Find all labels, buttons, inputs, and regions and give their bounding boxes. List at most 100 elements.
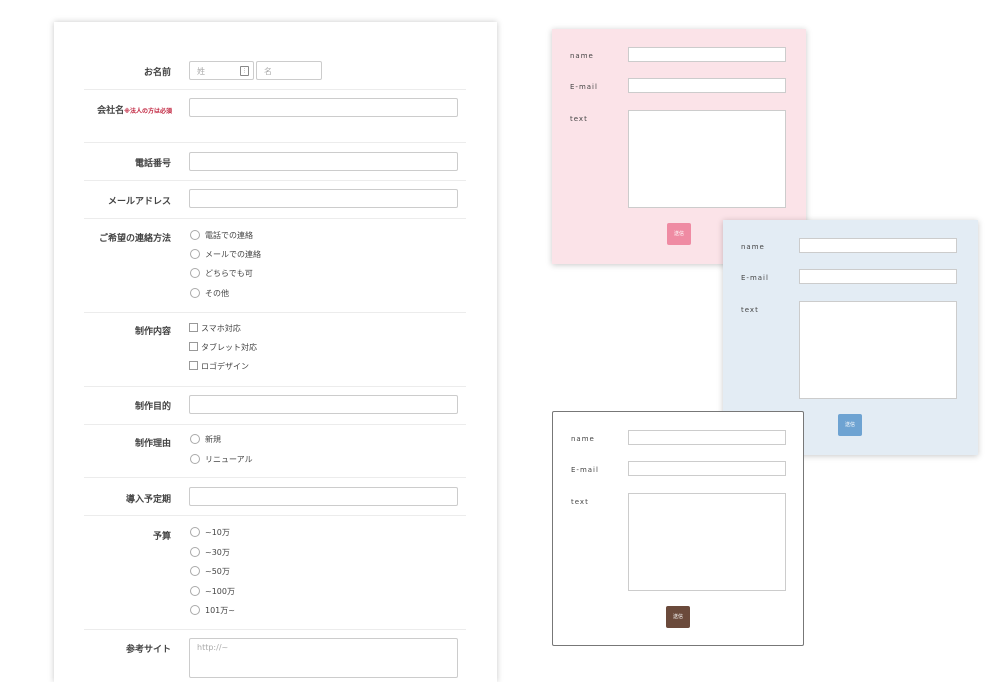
company-input[interactable] [189,98,458,117]
contact-method-option[interactable]: 電話での連絡 [190,229,253,243]
radio-icon[interactable] [190,288,200,298]
email-input[interactable] [628,78,786,93]
reason-label: 制作理由 [134,439,171,449]
contact-form-panel: お名前 姓 ⋮ 名 会社名※法人の方は必須 電話番号 メールアドレス ご希望の連… [54,22,497,682]
text-textarea[interactable] [799,301,957,399]
first-name-placeholder: 名 [264,67,272,76]
radio-icon[interactable] [190,454,200,464]
company-required-note: ※法人の方は必須 [124,108,172,115]
reason-option[interactable]: 新規 [190,433,221,447]
production-option[interactable]: スマホ対応 [189,322,241,336]
radio-icon[interactable] [190,605,200,615]
text-label: text [570,115,588,123]
company-label-text: 会社名 [97,106,125,116]
email-label: メールアドレス [107,197,171,207]
radio-icon[interactable] [190,249,200,259]
name-row: お名前 姓 ⋮ 名 [84,22,466,90]
reference-row: 参考サイト http://~ [84,630,466,682]
text-textarea[interactable] [628,493,786,591]
purpose-label: 制作目的 [134,402,171,412]
radio-icon[interactable] [190,547,200,557]
option-label: ロゴデザイン [201,362,249,371]
email-input[interactable] [799,269,957,284]
radio-icon[interactable] [190,586,200,596]
option-label: タブレット対応 [201,343,257,352]
last-name-placeholder: 姓 [197,67,205,76]
option-label: 新規 [205,435,221,444]
option-label: ~50万 [205,567,230,576]
option-label: ~100万 [205,587,235,596]
option-label: その他 [205,289,229,298]
last-name-input[interactable]: 姓 ⋮ [189,61,254,80]
production-label: 制作内容 [134,327,171,337]
reason-option[interactable]: リニューアル [190,453,253,467]
contact-method-label: ご希望の連絡方法 [98,234,171,244]
purpose-row: 制作目的 [84,387,466,425]
company-row: 会社名※法人の方は必須 [84,90,466,143]
first-name-input[interactable]: 名 [256,61,322,80]
production-option[interactable]: タブレット対応 [189,341,257,355]
radio-icon[interactable] [190,434,200,444]
radio-icon[interactable] [190,268,200,278]
contact-method-option[interactable]: その他 [190,287,229,301]
email-label: E-mail [741,274,769,282]
budget-option[interactable]: ~30万 [190,546,230,560]
reference-label: 参考サイト [125,645,171,655]
contact-method-option[interactable]: メールでの連絡 [190,248,261,262]
option-label: 電話での連絡 [205,231,253,240]
production-row: 制作内容 スマホ対応 タブレット対応 ロゴデザイン [84,313,466,387]
option-label: ~10万 [205,528,230,537]
schedule-row: 導入予定期 [84,478,466,516]
purpose-input[interactable] [189,395,458,414]
submit-button[interactable]: 送信 [838,414,862,436]
production-option[interactable]: ロゴデザイン [189,360,249,374]
text-label: text [741,306,759,314]
name-label: name [741,243,765,251]
checkbox-icon[interactable] [189,323,198,332]
name-input[interactable] [628,430,786,445]
name-input[interactable] [799,238,957,253]
option-label: リニューアル [205,455,253,464]
name-label: name [570,52,594,60]
reference-placeholder: http://~ [197,643,229,652]
checkbox-icon[interactable] [189,342,198,351]
submit-button[interactable]: 送信 [667,223,691,245]
name-label: name [571,435,595,443]
autofill-icon[interactable]: ⋮ [240,66,249,76]
budget-option[interactable]: 101万~ [190,604,235,618]
email-input[interactable] [189,189,458,208]
email-input[interactable] [628,461,786,476]
schedule-label: 導入予定期 [125,495,171,505]
text-label: text [571,498,589,506]
option-label: メールでの連絡 [205,250,261,259]
email-label: E-mail [571,466,599,474]
radio-icon[interactable] [190,566,200,576]
phone-input[interactable] [189,152,458,171]
white-form-card: name E-mail text 送信 [552,411,804,646]
option-label: スマホ対応 [201,324,241,333]
option-label: 101万~ [205,606,235,615]
budget-label: 予算 [152,532,171,542]
checkbox-icon[interactable] [189,361,198,370]
submit-button[interactable]: 送信 [666,606,690,628]
contact-method-row: ご希望の連絡方法 電話での連絡 メールでの連絡 どちらでも可 その他 [84,219,466,313]
text-textarea[interactable] [628,110,786,208]
name-input[interactable] [628,47,786,62]
phone-label: 電話番号 [134,159,171,169]
schedule-input[interactable] [189,487,458,506]
email-row: メールアドレス [84,181,466,219]
company-label: 会社名※法人の方は必須 [84,103,172,120]
phone-row: 電話番号 [84,143,466,181]
budget-option[interactable]: ~10万 [190,526,230,540]
option-label: ~30万 [205,548,230,557]
radio-icon[interactable] [190,230,200,240]
budget-row: 予算 ~10万 ~30万 ~50万 ~100万 101万~ [84,516,466,630]
option-label: どちらでも可 [205,269,253,278]
reason-row: 制作理由 新規 リニューアル [84,425,466,478]
name-label: お名前 [143,68,171,78]
budget-option[interactable]: ~50万 [190,565,230,579]
radio-icon[interactable] [190,527,200,537]
contact-method-option[interactable]: どちらでも可 [190,267,253,281]
budget-option[interactable]: ~100万 [190,585,235,599]
reference-textarea[interactable]: http://~ [189,638,458,678]
